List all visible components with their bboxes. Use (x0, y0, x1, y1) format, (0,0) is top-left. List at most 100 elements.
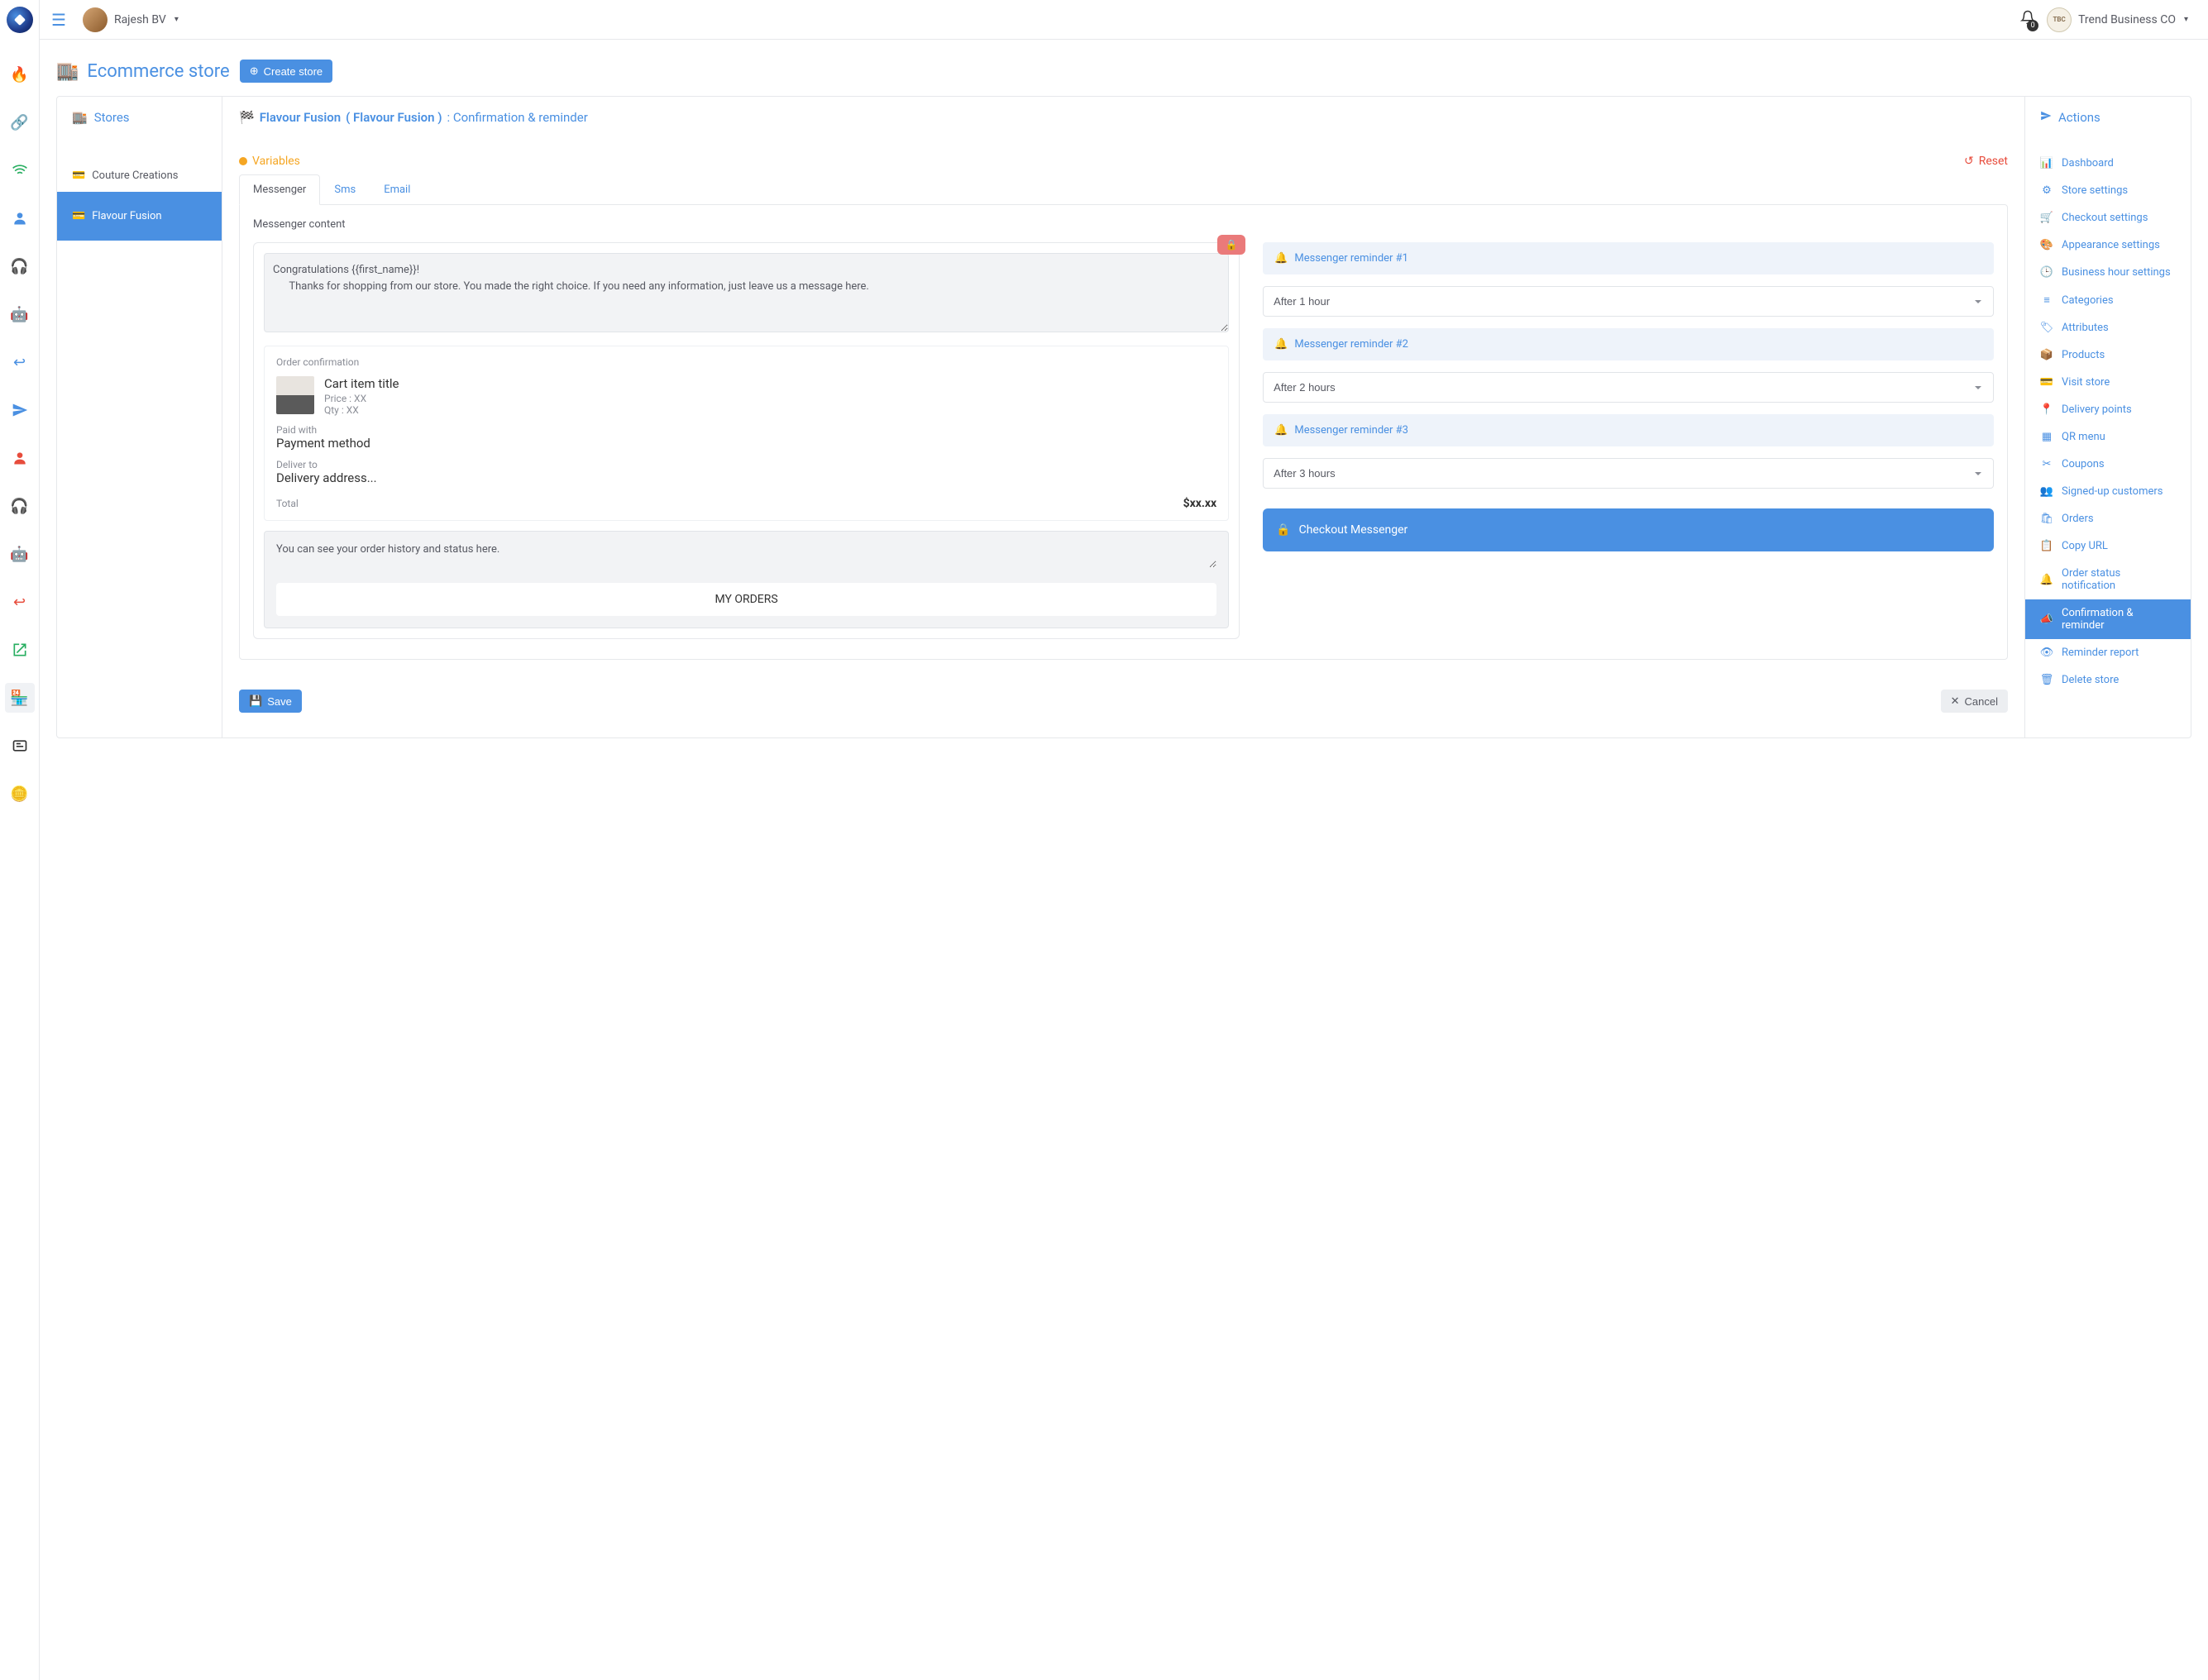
paid-with-value: Payment method (276, 436, 1216, 451)
user-right-dropdown[interactable]: TBC Trend Business CO ▾ (2047, 7, 2188, 32)
nav-reply-icon[interactable]: ↩ (5, 347, 35, 377)
store-name-paren: ( Flavour Fusion ) (346, 110, 442, 125)
store-item-label: Flavour Fusion (92, 210, 161, 222)
save-icon: 💾 (249, 694, 262, 708)
action-item[interactable]: ▦ QR menu (2025, 423, 2191, 451)
action-item[interactable]: 🏷Attributes (2025, 314, 2191, 341)
action-item[interactable]: 🔔Order status notification (2025, 560, 2191, 599)
action-label: Confirmation & reminder (2062, 607, 2176, 632)
total-value: $xx.xx (1183, 497, 1217, 510)
reset-label: Reset (1979, 155, 2008, 168)
cart-item-image (276, 376, 314, 414)
store-item[interactable]: 💳Couture Creations (57, 160, 222, 192)
action-label: Delete store (2062, 674, 2119, 686)
nav-card-icon[interactable] (5, 731, 35, 761)
bell-icon: 🔔 (1274, 424, 1288, 437)
reminder-select[interactable]: After 2 hours (1263, 372, 1994, 403)
nav-fire-icon[interactable]: 🔥 (5, 60, 35, 89)
action-icon: ✂ (2040, 458, 2053, 470)
action-label: Coupons (2062, 458, 2105, 470)
nav-reply-red-icon[interactable]: ↩ (5, 587, 35, 617)
action-label: Reminder report (2062, 647, 2139, 659)
action-label: Appearance settings (2062, 239, 2160, 251)
nav-headset-red-icon[interactable]: 🎧 (5, 491, 35, 521)
nav-coins-icon[interactable]: 🪙 (5, 779, 35, 809)
action-item[interactable]: 🛒Checkout settings (2025, 204, 2191, 231)
cancel-button[interactable]: ✕ Cancel (1941, 690, 2008, 713)
action-label: Copy URL (2062, 540, 2108, 552)
lock-icon: 🔒 (1276, 523, 1290, 537)
action-item[interactable]: ⚙Store settings (2025, 177, 2191, 204)
store-item-label: Couture Creations (92, 169, 178, 182)
history-textarea[interactable] (276, 543, 1216, 568)
action-icon: 👥 (2040, 485, 2053, 498)
action-icon: 🗑 (2040, 674, 2053, 686)
nav-store-icon[interactable]: 🏪 (5, 683, 35, 713)
reminder-select[interactable]: After 3 hours (1263, 458, 1994, 489)
nav-user-red-icon[interactable] (5, 443, 35, 473)
nav-link-icon[interactable]: 🔗 (5, 107, 35, 137)
cart-item-qty: Qty : XX (324, 404, 399, 416)
action-item[interactable]: 📣Confirmation & reminder (2025, 599, 2191, 639)
nav-wifi-icon[interactable] (5, 155, 35, 185)
save-button[interactable]: 💾 Save (239, 690, 302, 713)
action-item[interactable]: 🛍Orders (2025, 505, 2191, 532)
action-label: Products (2062, 349, 2105, 361)
nav-robot-red-icon[interactable]: 🤖 (5, 539, 35, 569)
create-store-button[interactable]: ⊕ Create store (240, 60, 332, 83)
message-textarea[interactable] (264, 253, 1229, 332)
variables-button[interactable]: Variables (239, 155, 300, 168)
nav-headset-icon[interactable]: 🎧 (5, 251, 35, 281)
action-item[interactable]: ≡Categories (2025, 286, 2191, 314)
main: 🏬 Ecommerce store ⊕ Create store 🏬 Store… (40, 0, 2208, 771)
tab-sms[interactable]: Sms (320, 174, 370, 205)
app-logo[interactable] (7, 7, 33, 33)
my-orders-button[interactable]: MY ORDERS (276, 583, 1216, 616)
action-icon: ▦ (2040, 431, 2053, 443)
tab-panel: Messenger content 🔒 Order confirmation (239, 204, 2008, 660)
tab-email[interactable]: Email (370, 174, 424, 205)
action-item[interactable]: 🗑 Delete store (2025, 666, 2191, 694)
action-icon: 🔔 (2040, 574, 2053, 586)
action-item[interactable]: 👁Reminder report (2025, 639, 2191, 666)
nav-share-icon[interactable] (5, 635, 35, 665)
center-column: 🏁 Flavour Fusion ( Flavour Fusion ) : Co… (222, 97, 2025, 737)
nav-robot-icon[interactable]: 🤖 (5, 299, 35, 329)
action-item[interactable]: 📋Copy URL (2025, 532, 2191, 560)
total-label: Total (276, 498, 299, 509)
action-item[interactable]: 📦Products (2025, 341, 2191, 369)
action-item[interactable]: 🎨Appearance settings (2025, 231, 2191, 259)
nav-user-icon[interactable] (5, 203, 35, 233)
action-item[interactable]: 👥Signed-up customers (2025, 478, 2191, 505)
action-item[interactable]: 📍Delivery points (2025, 396, 2191, 423)
nav-send-icon[interactable] (5, 395, 35, 425)
action-label: Categories (2062, 294, 2114, 307)
reminder-label: Messenger reminder #3 (1294, 424, 1408, 437)
action-icon: 📊 (2040, 157, 2053, 169)
action-label: Dashboard (2062, 157, 2114, 169)
order-conf-label: Order confirmation (276, 356, 1216, 368)
reset-button[interactable]: ↺ Reset (1964, 155, 2008, 168)
action-item[interactable]: 📊 Dashboard (2025, 150, 2191, 177)
action-label: QR menu (2062, 431, 2105, 443)
user-left-dropdown[interactable]: Rajesh BV ▾ (83, 7, 179, 32)
lock-icon: 🔒 (1217, 235, 1245, 255)
hamburger-icon[interactable]: ☰ (51, 10, 66, 30)
tab-messenger[interactable]: Messenger (239, 174, 320, 205)
store-icon: 🏬 (72, 110, 88, 125)
user-left-avatar (83, 7, 108, 32)
section-name: : Confirmation & reminder (447, 110, 587, 125)
notifications-button[interactable]: 0 (2020, 10, 2035, 29)
action-item[interactable]: 💳Visit store (2025, 369, 2191, 396)
user-left-name: Rajesh BV (114, 13, 166, 26)
reset-icon: ↺ (1964, 155, 1974, 168)
deliver-label: Deliver to (276, 459, 1216, 470)
reminder-select[interactable]: After 1 hour (1263, 286, 1994, 317)
checkout-messenger-button[interactable]: 🔒Checkout Messenger (1263, 508, 1994, 551)
store-item[interactable]: 💳Flavour Fusion (57, 192, 222, 241)
user-right-avatar: TBC (2047, 7, 2072, 32)
send-icon (2040, 110, 2052, 125)
action-item[interactable]: ✂ Coupons (2025, 451, 2191, 478)
action-item[interactable]: 🕒Business hour settings (2025, 259, 2191, 286)
variables-dot-icon (239, 157, 247, 165)
